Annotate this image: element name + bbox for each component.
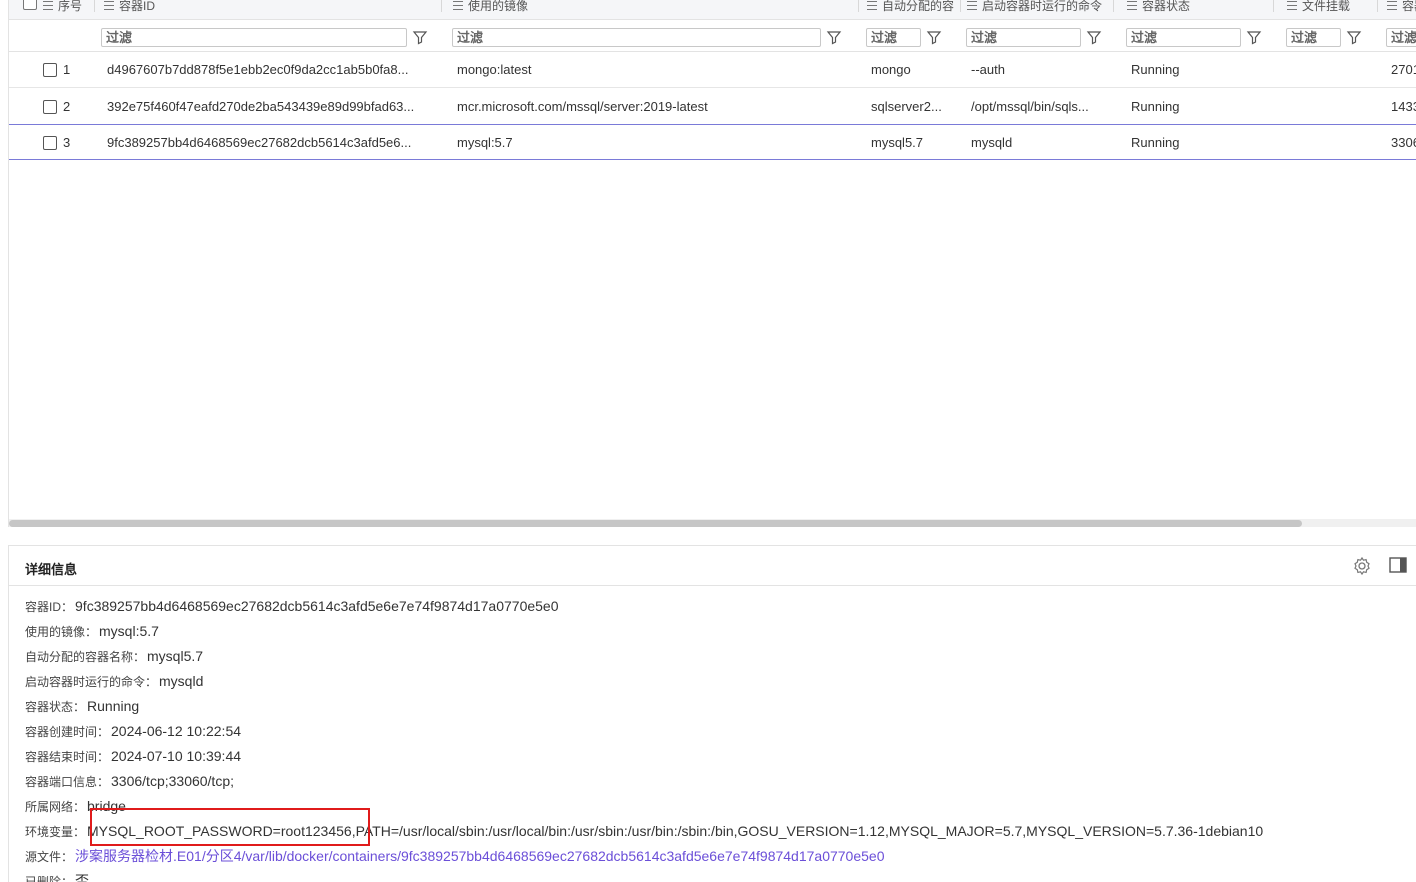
row-command: --auth (971, 62, 1005, 77)
filter-row: 过滤 过滤 过滤 过滤 过滤 过滤 过滤 (9, 21, 1416, 52)
detail-container-id: 容器ID： 9fc389257bb4d6468569ec27682dcb5614c… (25, 598, 559, 614)
row-status: Running (1131, 99, 1180, 114)
row-checkbox[interactable] (43, 100, 57, 114)
column-menu-icon (1127, 1, 1137, 10)
row-auto-name: mongo (871, 62, 911, 77)
filter-icon[interactable] (412, 29, 428, 45)
detail-command: 启动容器时运行的命令： mysqld (25, 673, 204, 689)
row-checkbox[interactable] (43, 136, 57, 150)
detail-deleted: 已删除：否 (25, 873, 90, 882)
col-header-command[interactable]: 启动容器时运行的命令 (967, 0, 1117, 20)
column-menu-icon (1387, 1, 1397, 10)
detail-source-file: 源文件： 涉案服务器检材.E01/分区4/var/lib/docker/conta… (25, 848, 885, 864)
col-header-image[interactable]: 使用的镜像 (453, 0, 853, 20)
scrollbar-thumb[interactable] (9, 520, 1302, 527)
detail-created: 容器创建时间： 2024-06-12 10:22:54 (25, 723, 242, 739)
column-menu-icon (104, 1, 114, 10)
column-divider (441, 0, 442, 12)
detail-finished: 容器结束时间： 2024-07-10 10:39:44 (25, 748, 242, 764)
col-header-container-id[interactable]: 容器ID (104, 0, 434, 20)
col-header-status[interactable]: 容器状态 (1127, 0, 1277, 20)
filter-icon[interactable] (1346, 29, 1362, 45)
column-menu-icon (1287, 1, 1297, 10)
highlight-box (90, 808, 370, 846)
column-divider (960, 0, 961, 12)
row-ports: 3306 (1391, 135, 1416, 150)
filter-input-command[interactable]: 过滤 (966, 28, 1081, 47)
grid-header: 序号 容器ID 使用的镜像 自动分配的容 启动容器时运行的命令 容器状态 文件挂… (9, 0, 1416, 20)
table-row[interactable]: 2 392e75f460f47eafd270de2ba543439e89d99b… (9, 89, 1416, 125)
col-header-ports[interactable]: 容器 (1387, 0, 1416, 20)
row-ports: 2701 (1391, 62, 1416, 77)
row-image: mcr.microsoft.com/mssql/server:2019-late… (457, 99, 708, 114)
col-header-auto-name[interactable]: 自动分配的容 (867, 0, 957, 20)
filter-icon[interactable] (1246, 29, 1262, 45)
detail-image: 使用的镜像： mysql:5.7 (25, 623, 159, 639)
row-command: mysqld (971, 135, 1013, 150)
row-checkbox[interactable] (43, 63, 57, 77)
row-index: 1 (63, 62, 71, 77)
divider (9, 585, 1416, 586)
row-auto-name: mysql5.7 (871, 135, 924, 150)
details-panel: 详细信息 容器ID： 9fc389257bb4d6468569ec27682dcb… (8, 545, 1416, 882)
column-menu-icon (967, 1, 977, 10)
detail-auto-name: 自动分配的容器名称： mysql5.7 (25, 648, 204, 664)
filter-input-image[interactable]: 过滤 (452, 28, 821, 47)
select-all-checkbox[interactable] (23, 0, 37, 10)
col-header-mounts[interactable]: 文件挂载 (1287, 0, 1377, 20)
column-divider (1377, 0, 1378, 12)
row-auto-name: sqlserver2... (871, 99, 942, 114)
column-divider (1273, 0, 1274, 12)
row-image: mysql:5.7 (457, 135, 513, 150)
table-row[interactable]: 1 d4967607b7dd878f5e1ebb2ec0f9da2cc1ab5b… (9, 52, 1416, 88)
row-command: /opt/mssql/bin/sqls... (971, 99, 1089, 114)
detail-status: 容器状态： Running (25, 698, 140, 714)
row-ports: 1433 (1391, 99, 1416, 114)
column-menu-icon (43, 1, 53, 10)
row-status: Running (1131, 135, 1180, 150)
filter-input-auto-name[interactable]: 过滤 (866, 28, 921, 47)
row-container-id: 9fc389257bb4d6468569ec27682dcb5614c3afd5… (107, 135, 412, 150)
column-menu-icon (453, 1, 463, 10)
detail-ports: 容器端口信息： 3306/tcp;33060/tcp; (25, 773, 235, 789)
filter-icon[interactable] (826, 29, 842, 45)
filter-input-status[interactable]: 过滤 (1126, 28, 1241, 47)
container-grid: 序号 容器ID 使用的镜像 自动分配的容 启动容器时运行的命令 容器状态 文件挂… (8, 0, 1416, 527)
filter-input-container-id[interactable]: 过滤 (101, 28, 407, 47)
gear-icon[interactable] (1352, 556, 1372, 576)
details-title: 详细信息 (25, 562, 78, 577)
row-index: 3 (63, 135, 71, 150)
table-row-selected[interactable]: 3 9fc389257bb4d6468569ec27682dcb5614c3af… (9, 124, 1416, 160)
column-divider (94, 0, 95, 12)
col-header-index[interactable]: 序号 (43, 0, 91, 20)
filter-input-mounts[interactable]: 过滤 (1286, 28, 1341, 47)
filter-input-ports[interactable]: 过滤 (1386, 28, 1416, 47)
horizontal-scrollbar[interactable] (9, 519, 1416, 527)
column-menu-icon (867, 1, 877, 10)
row-image: mongo:latest (457, 62, 532, 77)
row-container-id: d4967607b7dd878f5e1ebb2ec0f9da2cc1ab5b0f… (107, 62, 409, 77)
column-divider (1113, 0, 1114, 12)
panel-toggle-icon[interactable] (1389, 557, 1407, 573)
filter-icon[interactable] (1086, 29, 1102, 45)
row-index: 2 (63, 99, 71, 114)
row-status: Running (1131, 62, 1180, 77)
column-divider (858, 0, 859, 12)
filter-icon[interactable] (926, 29, 942, 45)
row-container-id: 392e75f460f47eafd270de2ba543439e89d99bfa… (107, 99, 415, 114)
source-file-link[interactable]: 涉案服务器检材.E01/分区4/var/lib/docker/container… (75, 848, 884, 864)
